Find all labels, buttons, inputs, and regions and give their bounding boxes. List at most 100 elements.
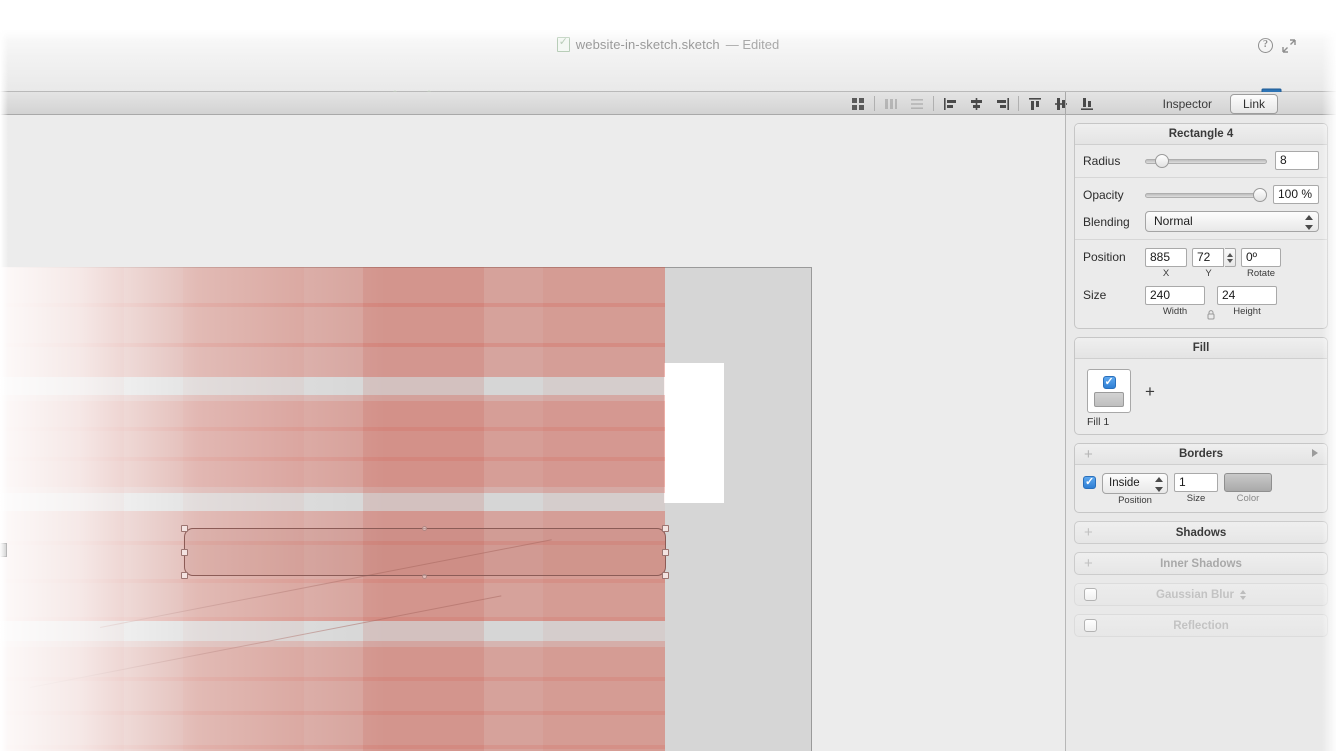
border-position-stepper-icon[interactable] xyxy=(1155,477,1163,492)
selection-handle-bottom-right[interactable] xyxy=(662,572,669,579)
opacity-slider-knob[interactable] xyxy=(1253,187,1268,202)
fill-1-chip[interactable] xyxy=(1087,369,1131,413)
border-color-swatch[interactable] xyxy=(1224,473,1272,492)
align-left-icon[interactable] xyxy=(937,92,963,115)
selected-rounded-rectangle[interactable] xyxy=(181,525,669,579)
fullscreen-icon[interactable] xyxy=(1282,38,1296,53)
reflection-checkbox[interactable] xyxy=(1084,619,1097,632)
list-view-icon[interactable] xyxy=(904,92,930,115)
borders-body: Inside Position 1 Size Color xyxy=(1075,465,1327,512)
position-y-input[interactable]: 72 xyxy=(1192,248,1224,267)
opacity-label: Opacity xyxy=(1083,187,1124,202)
grid-view-icon[interactable] xyxy=(845,92,871,115)
divider xyxy=(1075,177,1327,178)
align-center-horizontal-icon[interactable] xyxy=(963,92,989,115)
opacity-slider-track xyxy=(1145,192,1265,198)
rotate-input[interactable]: 0º xyxy=(1241,248,1281,267)
add-shadow-icon[interactable]: + xyxy=(1084,525,1093,540)
border-color-col: Color xyxy=(1224,473,1272,504)
inner-shadows-panel[interactable]: + Inner Shadows xyxy=(1074,552,1328,575)
inner-shadows-title: Inner Shadows xyxy=(1160,557,1242,570)
fill-1-label: Fill 1 xyxy=(1087,416,1110,428)
align-tools-zone xyxy=(845,92,1100,115)
position-x-field-col: 885 X xyxy=(1145,248,1187,279)
borders-header: + Borders xyxy=(1075,444,1327,465)
align-top-icon[interactable] xyxy=(1022,92,1048,115)
border-position-col: Inside Position xyxy=(1102,473,1168,506)
fill-title: Fill xyxy=(1192,342,1210,354)
position-x-input[interactable]: 885 xyxy=(1145,248,1187,267)
shadows-title: Shadows xyxy=(1175,526,1227,539)
reflection-panel[interactable]: Reflection xyxy=(1074,614,1328,637)
position-y-field-col: 72 Y xyxy=(1192,248,1236,279)
radius-slider-knob[interactable] xyxy=(1155,153,1170,168)
radius-label: Radius xyxy=(1083,153,1121,168)
reflection-title: Reflection xyxy=(1173,619,1229,632)
divider xyxy=(1075,239,1327,240)
layer-properties-panel: Rectangle 4 Radius 8 Opacity 100 % Blend… xyxy=(1074,123,1328,329)
size-height-caption: Height xyxy=(1233,306,1261,317)
opacity-input[interactable]: 100 % xyxy=(1273,185,1319,204)
borders-options-arrow-icon[interactable] xyxy=(1312,449,1318,457)
layer-properties-body: Radius 8 Opacity 100 % Blending Normal P… xyxy=(1075,145,1327,328)
gaussian-blur-stepper-icon[interactable] xyxy=(1239,589,1246,600)
selection-handle-top-right[interactable] xyxy=(662,525,669,532)
link-lock-icon[interactable] xyxy=(1207,310,1215,320)
position-y-caption: Y xyxy=(1205,268,1212,279)
link-button[interactable]: Link xyxy=(1229,93,1278,114)
canvas-area[interactable] xyxy=(0,115,1065,751)
selection-handle-bottom-left[interactable] xyxy=(181,572,188,579)
size-width-field-col: 240 Width xyxy=(1145,286,1205,317)
add-fill-button[interactable]: + xyxy=(1145,383,1155,400)
overlay-column xyxy=(0,267,124,751)
gaussian-blur-checkbox[interactable] xyxy=(1084,588,1097,601)
rotate-field-col: 0º Rotate xyxy=(1241,248,1281,279)
position-row: Position 885 X 72 Y 0º Rotate xyxy=(1083,248,1319,279)
opacity-slider[interactable] xyxy=(1145,187,1268,203)
fill-header: Fill xyxy=(1075,338,1327,359)
columns-view-icon[interactable] xyxy=(878,92,904,115)
canvas-left-edge-handle[interactable] xyxy=(0,543,7,557)
document-check-icon xyxy=(556,35,570,52)
radius-slider[interactable] xyxy=(1145,153,1267,169)
selection-handle-top-left[interactable] xyxy=(181,525,188,532)
fill-1-color-swatch[interactable] xyxy=(1094,391,1124,407)
selection-handle-bottom[interactable] xyxy=(422,573,427,579)
inspector-panel: Rectangle 4 Radius 8 Opacity 100 % Blend… xyxy=(1065,115,1336,751)
page-top-margin xyxy=(0,0,1336,30)
window-right-controls: ? xyxy=(1258,38,1296,53)
document-title-row: website-in-sketch.sketch — Edited xyxy=(0,30,1336,58)
border-1-checkbox[interactable] xyxy=(1083,475,1096,489)
size-label: Size xyxy=(1083,288,1107,302)
selection-handle-left[interactable] xyxy=(181,548,188,556)
fill-items-row: + xyxy=(1085,365,1317,413)
border-position-select[interactable]: Inside xyxy=(1102,473,1168,494)
size-width-input[interactable]: 240 xyxy=(1145,286,1205,305)
add-inner-shadow-icon[interactable]: + xyxy=(1084,556,1093,571)
selection-handle-top[interactable] xyxy=(422,525,427,531)
border-position-value: Inside xyxy=(1109,477,1140,489)
layer-name-header: Rectangle 4 xyxy=(1075,124,1327,145)
add-border-icon[interactable]: + xyxy=(1084,447,1093,462)
blending-stepper-icon[interactable] xyxy=(1305,215,1313,230)
position-y-stepper-icon[interactable] xyxy=(1225,248,1236,267)
overlay-column xyxy=(183,267,304,751)
help-icon[interactable]: ? xyxy=(1258,38,1273,53)
layer-name: Rectangle 4 xyxy=(1168,128,1234,140)
radius-input[interactable]: 8 xyxy=(1275,151,1319,170)
selection-handle-right[interactable] xyxy=(662,548,669,556)
inspector-tab-zone: Inspector Link xyxy=(1065,92,1336,115)
divider xyxy=(933,96,934,111)
shadows-panel[interactable]: + Shadows xyxy=(1074,521,1328,544)
rotate-caption: Rotate xyxy=(1247,268,1275,279)
gaussian-blur-panel[interactable]: Gaussian Blur xyxy=(1074,583,1328,606)
align-toolbar: Inspector Link xyxy=(0,92,1336,115)
size-height-input[interactable]: 24 xyxy=(1217,286,1277,305)
fill-1-checkbox[interactable] xyxy=(1102,375,1116,389)
border-size-input[interactable]: 1 xyxy=(1174,473,1218,492)
borders-panel: + Borders Inside Position 1 xyxy=(1074,443,1328,513)
size-row: Size 240 Width 24 Height xyxy=(1083,286,1319,320)
blending-select[interactable]: Normal xyxy=(1145,211,1319,232)
sketch-app-window: website-in-sketch.sketch — Edited ? xyxy=(0,0,1336,751)
align-right-icon[interactable] xyxy=(989,92,1015,115)
